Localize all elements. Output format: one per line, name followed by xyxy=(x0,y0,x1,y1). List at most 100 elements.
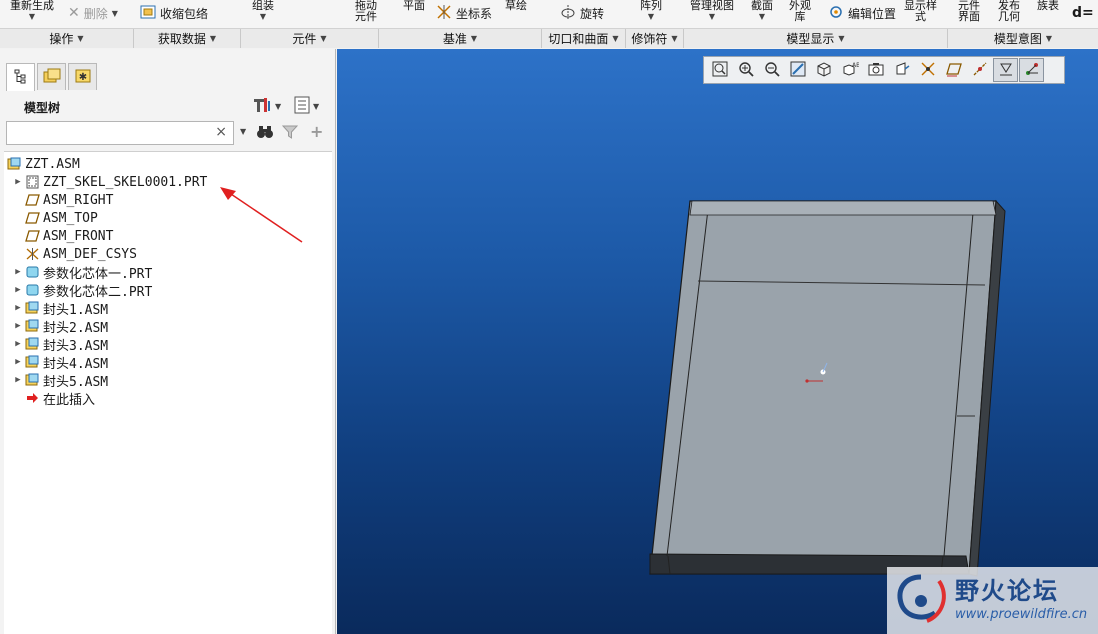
chevron-down-icon: ▼ xyxy=(111,8,118,18)
assembly-icon xyxy=(24,319,40,333)
expand-icon[interactable]: ▶ xyxy=(12,285,24,295)
tree-item-subassembly[interactable]: ▶ 封头3.ASM xyxy=(12,335,108,354)
expand-icon[interactable]: ▶ xyxy=(12,177,24,187)
tab-folder-browser[interactable] xyxy=(37,63,66,90)
group-get-data[interactable]: 获取数据 ▼ xyxy=(134,29,241,48)
chevron-down-icon: ▼ xyxy=(209,34,217,43)
coord-system-button[interactable]: 坐标系 xyxy=(436,4,492,22)
search-dropdown-icon[interactable]: ▼ xyxy=(240,127,246,136)
component-interface-button[interactable]: 元件 界面 xyxy=(958,0,980,28)
shrinkwrap-button[interactable]: 收缩包络 xyxy=(140,4,208,22)
expand-icon[interactable]: ▶ xyxy=(12,303,24,313)
publish-geometry-label-2: 几何 xyxy=(998,10,1020,23)
chevron-down-icon: ▼ xyxy=(758,12,766,21)
tree-item-label: 参数化芯体一.PRT xyxy=(43,266,153,282)
edit-position-label: 编辑位置 xyxy=(848,6,897,21)
regenerate-button[interactable]: 重新生成 ▼ xyxy=(10,0,54,28)
tree-item-insert-here[interactable]: 在此插入 xyxy=(24,389,95,408)
navigator-tabs: ✱ xyxy=(6,63,97,91)
expand-icon[interactable]: ▶ xyxy=(12,357,24,367)
group-operations[interactable]: 操作 ▼ xyxy=(0,29,134,48)
tree-item-datum-plane[interactable]: ASM_RIGHT xyxy=(24,191,113,209)
group-datum[interactable]: 基准 ▼ xyxy=(379,29,542,48)
group-modifiers[interactable]: 修饰符 ▼ xyxy=(626,29,684,48)
clear-search-icon[interactable]: × xyxy=(215,124,227,140)
group-model-intent[interactable]: 模型意图 ▼ xyxy=(948,29,1098,48)
revolve-button[interactable]: 旋转 xyxy=(560,4,604,22)
assemble-button[interactable]: 组装 ▼ xyxy=(252,0,274,28)
tree-item-label: ASM_FRONT xyxy=(43,228,114,244)
tree-columns-button[interactable]: ▼ xyxy=(294,96,319,117)
sketch-button[interactable]: 草绘 xyxy=(505,0,527,28)
group-model-display[interactable]: 模型显示 ▼ xyxy=(684,29,948,48)
display-style-label-2: 式 xyxy=(915,10,926,23)
svg-text:✱: ✱ xyxy=(78,72,86,83)
relations-button[interactable]: d= xyxy=(1072,4,1094,22)
graphics-viewport[interactable]: AB 野火论坛 www.proewildfire.cn xyxy=(337,49,1098,634)
plane-button[interactable]: 平面 xyxy=(403,0,425,28)
section-button[interactable]: 截面 ▼ xyxy=(751,0,773,28)
chevron-down-icon: ▼ xyxy=(470,34,478,43)
chevron-down-icon: ▼ xyxy=(28,12,36,21)
assembly-icon xyxy=(6,157,22,171)
group-operations-label: 操作 xyxy=(49,32,74,46)
publish-geometry-button[interactable]: 发布 几何 xyxy=(998,0,1020,28)
datum-plane-icon xyxy=(24,211,40,225)
tree-search-input[interactable] xyxy=(11,123,211,143)
model-tree-title: 模型树 xyxy=(24,101,61,115)
delete-button[interactable]: ✕ 删除 ▼ xyxy=(68,4,118,22)
tree-item-subassembly[interactable]: ▶ 封头2.ASM xyxy=(12,317,109,336)
tab-model-tree[interactable] xyxy=(6,63,35,91)
manage-views-label: 管理视图 xyxy=(690,0,734,12)
drag-components-label-2: 元件 xyxy=(355,10,377,23)
appearance-gallery-button[interactable]: 外观 库 xyxy=(789,0,811,28)
expand-icon[interactable]: ▶ xyxy=(12,339,24,349)
tree-item-datum-plane[interactable]: ASM_FRONT xyxy=(24,227,113,245)
tree-item-part[interactable]: ▶ 参数化芯体一.PRT xyxy=(12,263,153,282)
watermark-url: www.proewildfire.cn xyxy=(955,607,1088,622)
group-datum-label: 基准 xyxy=(442,32,467,46)
find-binoculars-icon[interactable] xyxy=(256,124,274,143)
assembly-icon xyxy=(24,337,40,351)
insert-arrow-icon xyxy=(24,391,40,405)
group-component-label: 元件 xyxy=(292,32,317,46)
manage-views-button[interactable]: 管理视图 ▼ xyxy=(690,0,734,28)
expand-icon[interactable]: ▶ xyxy=(12,321,24,331)
assembly-model[interactable] xyxy=(337,49,1098,634)
chevron-down-icon: ▼ xyxy=(838,34,845,43)
chevron-down-icon: ▼ xyxy=(275,102,282,111)
drag-components-button[interactable]: 拖动 元件 xyxy=(355,0,377,28)
datum-plane-icon xyxy=(24,229,40,243)
tree-item-label: 封头2.ASM xyxy=(43,320,109,336)
chevron-down-icon: ▼ xyxy=(612,34,619,43)
family-table-button[interactable]: 族表 xyxy=(1037,0,1059,28)
tree-item-subassembly[interactable]: ▶ 封头4.ASM xyxy=(12,353,108,372)
model-tree-icon xyxy=(13,68,29,87)
tree-item-csys[interactable]: ASM_DEF_CSYS xyxy=(24,245,137,263)
expand-icon[interactable]: ▶ xyxy=(12,267,24,277)
tree-item-skeleton[interactable]: ▶ ZZT_SKEL_SKEL0001.PRT xyxy=(12,173,207,191)
tree-item-subassembly[interactable]: ▶ 封头5.ASM xyxy=(12,371,108,390)
folder-icon xyxy=(43,68,61,87)
edit-position-button[interactable]: 编辑位置 xyxy=(828,4,896,22)
tree-item-root[interactable]: ZZT.ASM xyxy=(6,155,80,173)
pattern-button[interactable]: 阵列 ▼ xyxy=(640,0,662,28)
group-modifiers-label: 修饰符 xyxy=(631,32,668,46)
tree-item-subassembly[interactable]: ▶ 封头1.ASM xyxy=(12,299,108,318)
tree-item-datum-plane[interactable]: ASM_TOP xyxy=(24,209,98,227)
tree-settings-button[interactable]: ▼ xyxy=(252,96,281,117)
datum-plane-icon xyxy=(24,193,40,207)
group-get-data-label: 获取数据 xyxy=(157,32,206,46)
expand-icon[interactable]: ▶ xyxy=(12,375,24,385)
assembly-icon xyxy=(24,301,40,315)
add-icon[interactable]: + xyxy=(310,122,323,141)
coordinate-system-icon xyxy=(24,247,40,261)
display-style-button[interactable]: 显示样 式 xyxy=(904,0,937,28)
tree-item-part[interactable]: ▶ 参数化芯体二.PRT xyxy=(12,281,152,300)
group-cut-surface[interactable]: 切口和曲面 ▼ xyxy=(542,29,626,48)
group-component[interactable]: 元件 ▼ xyxy=(241,29,379,48)
tab-favorites[interactable]: ✱ xyxy=(68,63,97,90)
filter-icon[interactable] xyxy=(281,124,299,143)
model-tree-header: 模型树 ▼ ▼ xyxy=(4,91,332,121)
chevron-down-icon: ▼ xyxy=(259,12,267,21)
